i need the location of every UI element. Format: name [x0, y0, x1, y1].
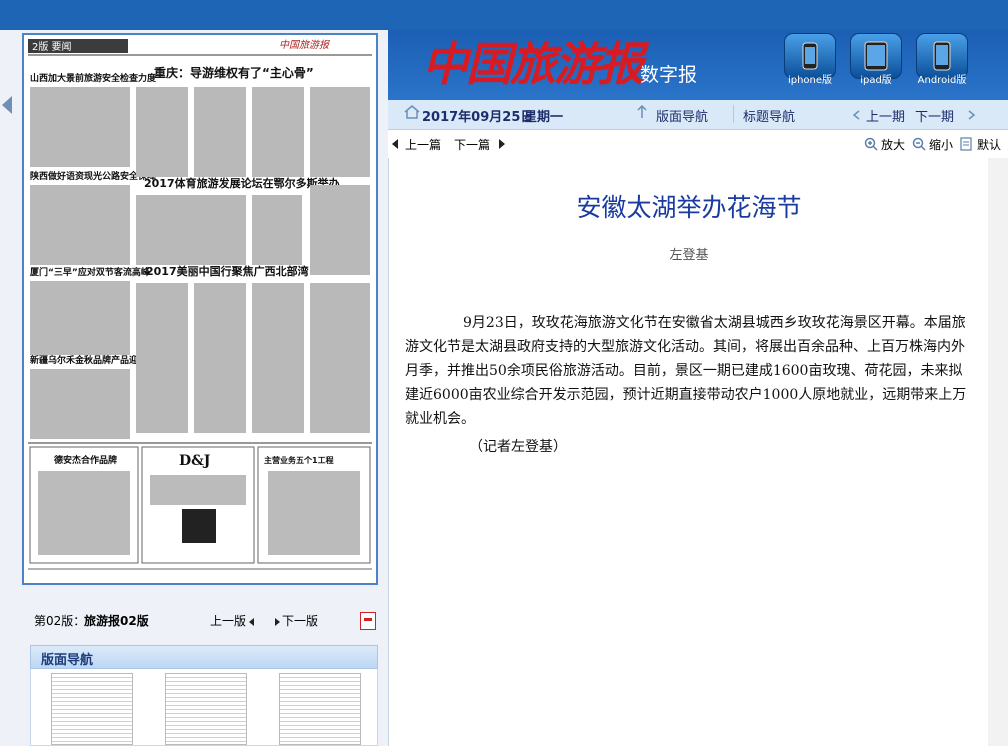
article-content: 安徽太湖举办花海节 左登基 9月23日，玫玫花海旅游文化节在安徽省太湖县城西乡玫… [388, 158, 989, 746]
site-logo[interactable]: 中国旅游报 [422, 34, 644, 94]
ad-3-title: 主营业务五个1工程 [264, 455, 334, 465]
digital-edition-label: 数字报 [640, 64, 698, 86]
issue-date: 2017年09月25日 [422, 110, 534, 125]
ipad-version-link[interactable]: ipad版 [850, 33, 902, 87]
page-thumbnail-3[interactable] [279, 673, 361, 745]
zoom-out-link[interactable]: 缩小 [929, 136, 953, 153]
default-size-link[interactable]: 默认 [977, 136, 1001, 153]
zoom-out-icon[interactable] [912, 137, 926, 154]
prev-arrow-icon [392, 138, 400, 152]
issue-weekday: 星期一 [524, 110, 564, 125]
newspaper-page-label: 2版 要闻 [32, 40, 72, 53]
page-info-bar: 第02版： 旅游报02版 上一版 下一版 [30, 612, 380, 632]
ipad-version-label: ipad版 [860, 75, 892, 86]
article-toolbar: 上一篇 下一篇 放大 缩小 默认 [388, 130, 1008, 158]
android-version-label: Android版 [917, 75, 967, 86]
zoom-in-icon[interactable] [864, 137, 878, 154]
android-version-link[interactable]: Android版 [916, 33, 968, 87]
page-thumbnail-1[interactable] [51, 673, 133, 745]
iphone-version-label: iphone版 [787, 75, 833, 86]
title-nav-link[interactable]: 标题导航 [743, 106, 795, 125]
page-name[interactable]: 旅游报02版 [84, 612, 149, 629]
article-body: 9月23日，玫玫花海旅游文化节在安徽省太湖县城西乡玫玫花海景区开幕。本届旅游文化… [405, 315, 967, 427]
nav-divider [733, 105, 734, 123]
next-page-arrow-icon [274, 615, 280, 629]
page-nav-thumbnails [30, 669, 378, 746]
scrollbar[interactable] [988, 158, 1008, 746]
headline-6: 2017美丽中国行聚焦广西北部湾 [146, 264, 309, 278]
newspaper-page-image[interactable]: 2版 要闻 中国旅游报 山西加大景前旅游安全检查力度 重庆：导游维权有了“主心骨… [22, 33, 378, 585]
collapse-arrow-icon[interactable] [2, 96, 12, 114]
svg-text:中国旅游报: 中国旅游报 [279, 39, 330, 51]
nav-arrow-right-icon [966, 109, 976, 124]
prev-article-link[interactable]: 上一篇 [405, 136, 441, 153]
iphone-version-link[interactable]: iphone版 [784, 33, 836, 87]
prev-page-arrow-icon [249, 615, 255, 629]
page-nav-header: 版面导航 [30, 645, 378, 669]
zoom-in-link[interactable]: 放大 [881, 136, 905, 153]
pin-icon [636, 104, 648, 123]
page-thumbnail-2[interactable] [165, 673, 247, 745]
home-icon[interactable] [404, 105, 420, 123]
next-issue-link[interactable]: 下一期 [915, 106, 954, 125]
prev-page-link[interactable]: 上一版 [210, 612, 246, 629]
default-size-icon[interactable] [960, 137, 972, 154]
next-article-link[interactable]: 下一篇 [454, 136, 490, 153]
site-header: 中国旅游报 数字报 iphone版 ipad版 Android版 [388, 30, 1008, 100]
prev-issue-link[interactable]: 上一期 [866, 106, 905, 125]
article-reporter-note: （记者左登基） [469, 439, 567, 455]
ad-1-title: 德安杰合作品牌 [54, 454, 117, 466]
nav-bar: 2017年09月25日 星期一 版面导航 标题导航 上一期 下一期 [388, 100, 1008, 130]
layout-nav-link[interactable]: 版面导航 [656, 106, 708, 125]
nav-arrow-icon [852, 109, 862, 124]
headline-2: 重庆：导游维权有了“主心骨” [154, 65, 314, 80]
ad-2-title: D&J [179, 453, 211, 469]
top-bar [0, 0, 1008, 30]
next-arrow-icon [498, 138, 506, 152]
page-number-label: 第02版： [34, 614, 86, 628]
newspaper-thumbnail: 2版 要闻 中国旅游报 山西加大景前旅游安全检查力度 重庆：导游维权有了“主心骨… [28, 39, 372, 570]
headline-1: 山西加大景前旅游安全检查力度 [30, 72, 157, 84]
next-page-link[interactable]: 下一版 [282, 612, 318, 629]
pdf-download-icon[interactable] [360, 612, 376, 630]
article-title: 安徽太湖举办花海节 [576, 193, 802, 222]
page-nav-title: 版面导航 [41, 653, 94, 668]
article-author: 左登基 [669, 248, 709, 263]
headline-5: 厦门“三早”应对双节客流高峰 [30, 266, 151, 278]
